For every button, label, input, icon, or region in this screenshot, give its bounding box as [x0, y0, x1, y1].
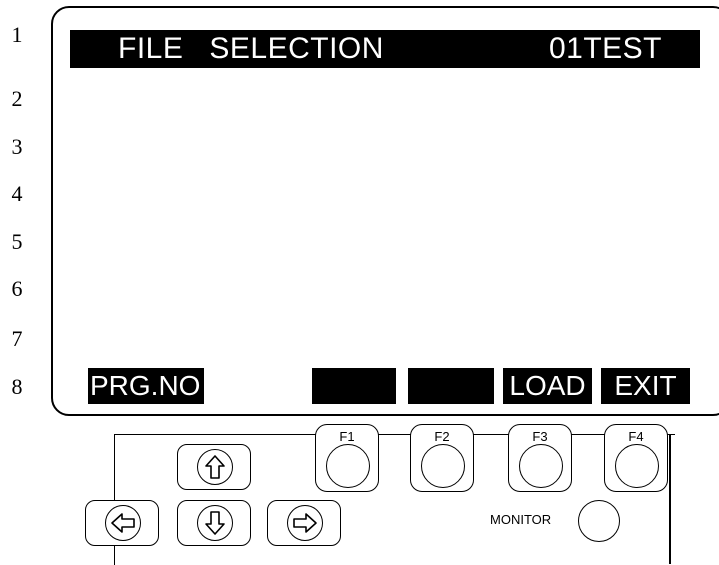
line-number-2: 2	[11, 86, 23, 111]
monitor-label: MONITOR	[490, 512, 552, 527]
softkey-exit[interactable]: EXIT	[601, 368, 690, 404]
right-arrow-key[interactable]	[267, 500, 341, 546]
file-name: 01TEST	[548, 32, 662, 65]
softkey-blank-1[interactable]	[312, 368, 396, 404]
f2-button-circle	[421, 444, 465, 488]
left-arrow-icon	[105, 505, 141, 541]
f3-button-circle	[519, 444, 563, 488]
f2-key[interactable]: F2	[410, 424, 474, 492]
f2-label: F2	[434, 429, 450, 444]
down-arrow-icon	[197, 505, 233, 541]
title-word-file: FILE	[118, 32, 184, 65]
softkey-load[interactable]: LOAD	[503, 368, 592, 404]
softkey-prg-no[interactable]: PRG.NO	[88, 368, 204, 404]
right-arrow-icon	[287, 505, 323, 541]
title-bar: FILE SELECTION 01TEST	[70, 30, 700, 68]
f4-key[interactable]: F4	[604, 424, 668, 492]
f4-button-circle	[615, 444, 659, 488]
title-word-selection: SELECTION	[209, 32, 384, 65]
line-number-8: 8	[11, 374, 23, 399]
f1-button-circle	[326, 444, 370, 488]
up-arrow-icon	[197, 449, 233, 485]
left-arrow-key[interactable]	[85, 500, 159, 546]
f1-key[interactable]: F1	[315, 424, 379, 492]
line-number-3: 3	[11, 134, 23, 159]
line-number-1: 1	[11, 22, 23, 47]
f3-key[interactable]: F3	[508, 424, 572, 492]
line-number-5: 5	[11, 229, 23, 254]
f1-label: F1	[339, 429, 355, 444]
f4-label: F4	[628, 429, 644, 444]
screen-title: FILE SELECTION	[118, 30, 384, 68]
down-arrow-key[interactable]	[177, 500, 251, 546]
line-number-7: 7	[11, 326, 23, 351]
up-arrow-key[interactable]	[177, 444, 251, 490]
monitor-button[interactable]	[578, 500, 620, 542]
control-panel-edge	[669, 434, 671, 564]
line-number-6: 6	[11, 276, 23, 301]
softkey-blank-2[interactable]	[408, 368, 494, 404]
line-number-4: 4	[11, 181, 23, 206]
f3-label: F3	[532, 429, 548, 444]
